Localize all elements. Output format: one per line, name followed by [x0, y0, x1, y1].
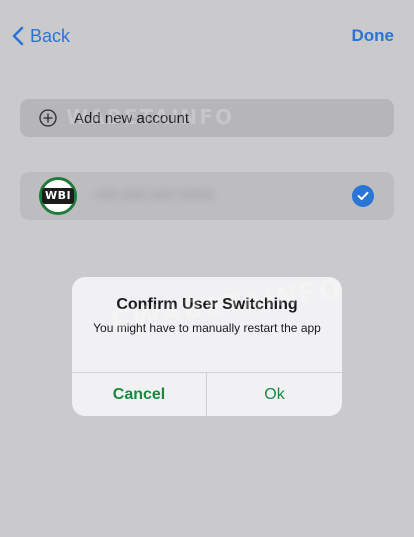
avatar: WBI	[39, 177, 77, 215]
account-row[interactable]: WBI +00 000 000 0000	[20, 172, 394, 220]
dialog-title: Confirm User Switching	[116, 296, 298, 313]
add-new-account-button[interactable]: Add new account	[20, 99, 394, 137]
ok-button[interactable]: Ok	[207, 373, 342, 416]
confirm-switch-dialog: Confirm User Switching You might have to…	[72, 277, 342, 416]
avatar-text: WBI	[41, 188, 75, 204]
chevron-left-icon	[12, 26, 24, 46]
account-phone-number: +00 000 000 0000	[92, 187, 214, 204]
checkmark-circle-icon	[352, 185, 374, 207]
dialog-message: You might have to manually restart the a…	[93, 321, 321, 335]
plus-circle-icon	[39, 109, 57, 127]
add-new-account-label: Add new account	[74, 109, 190, 127]
back-button[interactable]: Back	[12, 22, 70, 50]
back-label: Back	[30, 25, 71, 46]
navigation-bar: Back Done	[0, 0, 414, 72]
cancel-button[interactable]: Cancel	[72, 373, 206, 416]
done-button[interactable]: Done	[352, 22, 395, 50]
